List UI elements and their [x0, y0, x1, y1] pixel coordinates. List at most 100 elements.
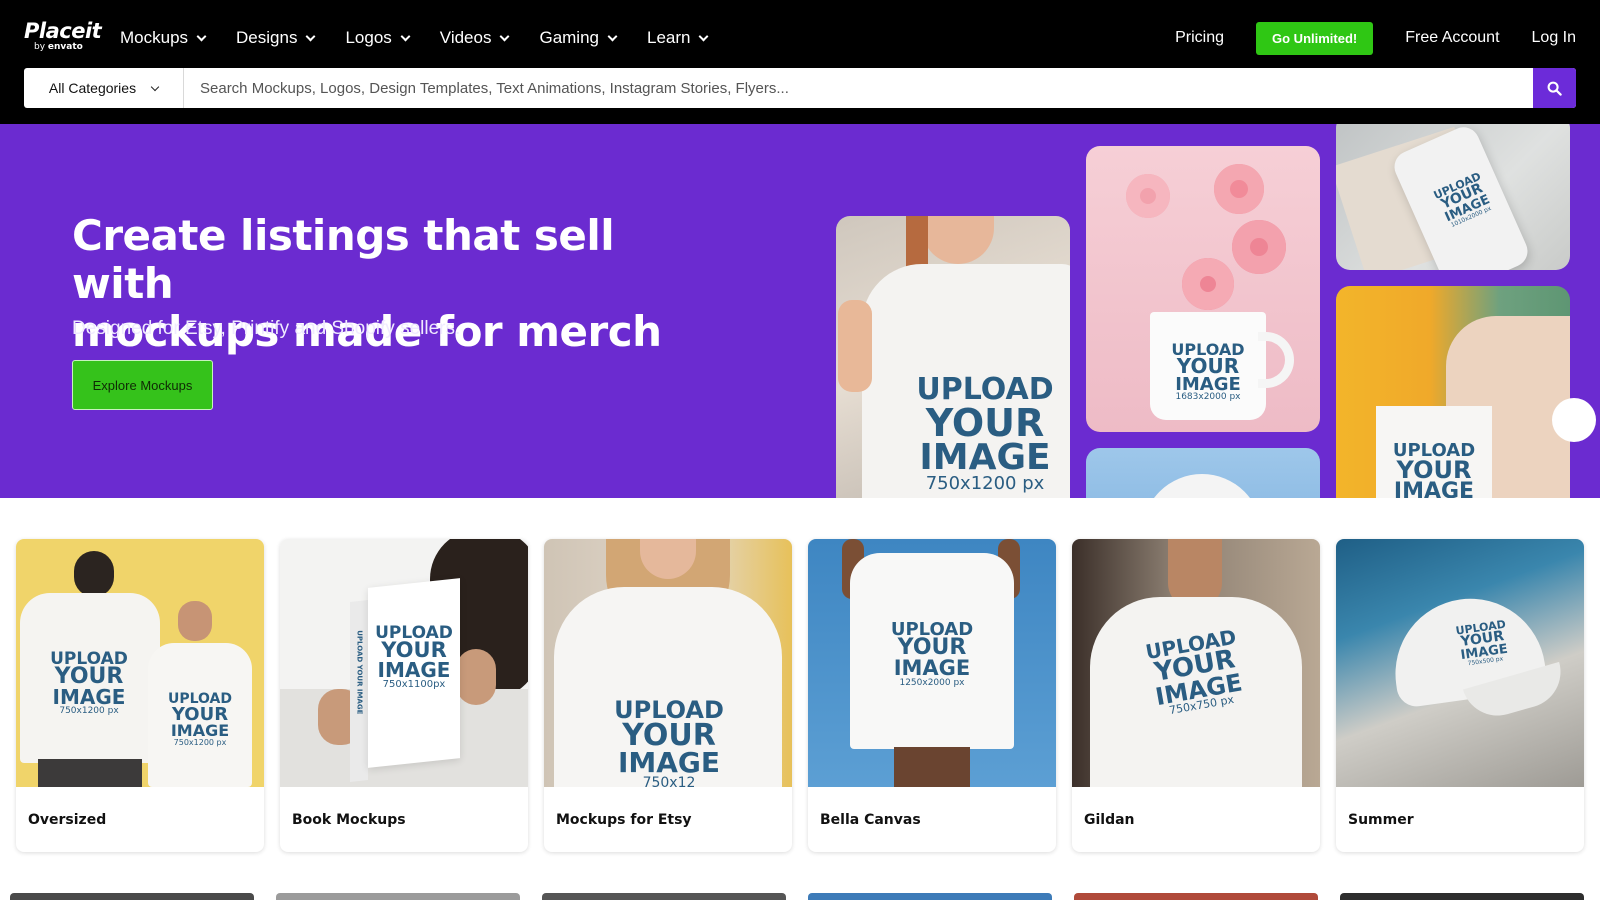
search-icon [1547, 81, 1562, 96]
card-label: Gildan [1084, 811, 1135, 828]
go-unlimited-button[interactable]: Go Unlimited! [1256, 21, 1374, 55]
upload-placeholder: UPLOAD YOUR IMAGE 750x1200 px [156, 692, 244, 747]
search-button[interactable] [1533, 68, 1576, 108]
nav-mockups[interactable]: Mockups [120, 28, 207, 48]
image-word: IMAGE [377, 658, 451, 683]
hat-shape [1142, 474, 1262, 498]
size-label: 750x12 [642, 774, 696, 787]
flower-2 [1214, 164, 1264, 214]
card-thumbnail-partial[interactable] [1074, 893, 1318, 900]
card-thumbnail: UPLOAD YOUR IMAGE 750x1200 px UPLOAD YOU… [16, 539, 264, 787]
size-label: 750x1200 px [925, 472, 1045, 494]
login-link[interactable]: Log In [1532, 29, 1576, 47]
category-cards-row2 [10, 893, 1600, 900]
flower-1 [1126, 174, 1170, 218]
tote-upload-placeholder: UPLOAD YOUR IMAGE [1376, 441, 1492, 498]
image-word: IMAGE [919, 436, 1051, 478]
placeit-logo[interactable]: Placeit by envato [24, 20, 102, 52]
hero-tile-hat[interactable] [1086, 448, 1320, 498]
nav-label: Videos [439, 28, 492, 47]
top-header: Placeit by envato Mockups Designs Logos … [0, 0, 1600, 124]
card-thumbnail: UPLOAD YOUR IMAGE 750x12 [544, 539, 792, 787]
category-card-gildan[interactable]: UPLOAD YOUR IMAGE 750x750 px Gildan [1072, 539, 1320, 852]
category-select[interactable]: All Categories [24, 68, 184, 108]
size-label: 1683x2000 px [1175, 392, 1241, 403]
card-thumbnail: UPLOAD YOUR IMAGE UPLOAD YOUR IMAGE 750x… [280, 539, 528, 787]
chevron-down-icon [150, 82, 160, 91]
nav-label: Mockups [120, 28, 189, 47]
category-card-mockups-for-etsy[interactable]: UPLOAD YOUR IMAGE 750x12 Mockups for Ets… [544, 539, 792, 852]
image-word: IMAGE [893, 655, 971, 680]
account-nav: Pricing Go Unlimited! Free Account Log I… [1175, 21, 1576, 55]
search-input[interactable] [184, 68, 1533, 108]
card-thumbnail-partial[interactable] [10, 893, 254, 900]
chevron-down-icon [306, 31, 316, 41]
torso-shape [894, 747, 970, 787]
card-thumbnail: UPLOAD YOUR IMAGE 1250x2000 px [808, 539, 1056, 787]
pants-shape [38, 759, 142, 787]
category-card-book-mockups[interactable]: UPLOAD YOUR IMAGE UPLOAD YOUR IMAGE 750x… [280, 539, 528, 852]
free-account-link[interactable]: Free Account [1405, 29, 1499, 47]
nav-label: Designs [236, 28, 298, 47]
card-label: Oversized [28, 811, 107, 828]
category-select-label: All Categories [48, 80, 137, 96]
image-word: IMAGE [52, 685, 126, 710]
chevron-down-icon [699, 31, 709, 41]
card-thumbnail-partial[interactable] [542, 893, 786, 900]
upload-placeholder: UPLOAD YOUR IMAGE 750x12 [574, 698, 764, 787]
explore-mockups-button[interactable]: Explore Mockups [72, 360, 213, 410]
nav-learn[interactable]: Learn [647, 28, 709, 48]
chevron-down-icon [500, 31, 510, 41]
card-thumbnail-partial[interactable] [1340, 893, 1584, 900]
search-bar: All Categories [24, 68, 1576, 108]
flower-4 [1182, 258, 1234, 310]
main-nav: Mockups Designs Logos Videos Gaming Lear… [120, 24, 738, 52]
category-cards: UPLOAD YOUR IMAGE 750x1200 px UPLOAD YOU… [16, 539, 1584, 852]
card-label: Book Mockups [292, 811, 406, 828]
hand-right [456, 649, 496, 705]
model-head [178, 601, 212, 641]
card-label: Bella Canvas [820, 811, 921, 828]
chevron-down-icon [400, 31, 411, 41]
category-card-bella-canvas[interactable]: UPLOAD YOUR IMAGE 1250x2000 px Bella Can… [808, 539, 1056, 852]
carousel-next-button[interactable] [1552, 398, 1596, 442]
flower-3 [1232, 220, 1286, 274]
category-card-summer[interactable]: UPLOAD YOUR IMAGE 750x500 px Summer [1336, 539, 1584, 852]
image-word: IMAGE [1393, 478, 1475, 498]
nav-designs[interactable]: Designs [236, 28, 316, 48]
hero-banner: Create listings that sell with mockups m… [0, 124, 1600, 498]
pricing-link[interactable]: Pricing [1175, 29, 1224, 47]
model-head [74, 551, 114, 597]
hero-tile-phone[interactable]: UPLOAD YOUR IMAGE 1010x2000 px [1336, 124, 1570, 270]
image-word: IMAGE [170, 721, 230, 741]
hero-tile-mug[interactable]: UPLOAD YOUR IMAGE 1683x2000 px [1086, 146, 1320, 432]
card-label: Summer [1348, 811, 1414, 828]
card-thumbnail: UPLOAD YOUR IMAGE 750x750 px [1072, 539, 1320, 787]
size-label: 750x1200 px [173, 737, 227, 747]
hero-tile-tshirt[interactable]: UPLOAD YOUR IMAGE 750x1200 px [836, 216, 1070, 498]
size-label: 1250x2000 px [899, 677, 965, 688]
hero-title-line1: Create listings that sell with [72, 211, 615, 308]
upload-placeholder: UPLOAD YOUR IMAGE 1250x2000 px [870, 620, 994, 688]
category-card-oversized[interactable]: UPLOAD YOUR IMAGE 750x1200 px UPLOAD YOU… [16, 539, 264, 852]
book-spine-text: UPLOAD YOUR IMAGE [355, 630, 364, 715]
logo-by: by [34, 42, 46, 52]
image-word: IMAGE [1175, 374, 1241, 396]
nav-label: Gaming [539, 28, 599, 47]
card-thumbnail: UPLOAD YOUR IMAGE 750x500 px [1336, 539, 1584, 787]
image-word: IMAGE [617, 746, 721, 780]
size-label: 750x1200 px [59, 706, 119, 717]
your-word: YOUR [925, 400, 1045, 445]
tshirt-upload-placeholder: UPLOAD YOUR IMAGE 750x1200 px [906, 375, 1064, 494]
upload-placeholder: UPLOAD YOUR IMAGE 750x1100px [368, 624, 460, 690]
nav-gaming[interactable]: Gaming [539, 28, 618, 48]
nav-videos[interactable]: Videos [439, 28, 510, 48]
hero-tile-tote[interactable]: UPLOAD YOUR IMAGE [1336, 286, 1570, 498]
card-thumbnail-partial[interactable] [808, 893, 1052, 900]
chevron-down-icon [607, 31, 618, 41]
nav-label: Logos [345, 28, 392, 47]
card-label: Mockups for Etsy [556, 811, 692, 828]
nav-logos[interactable]: Logos [345, 28, 411, 48]
logo-byline: by envato [34, 42, 101, 52]
card-thumbnail-partial[interactable] [276, 893, 520, 900]
